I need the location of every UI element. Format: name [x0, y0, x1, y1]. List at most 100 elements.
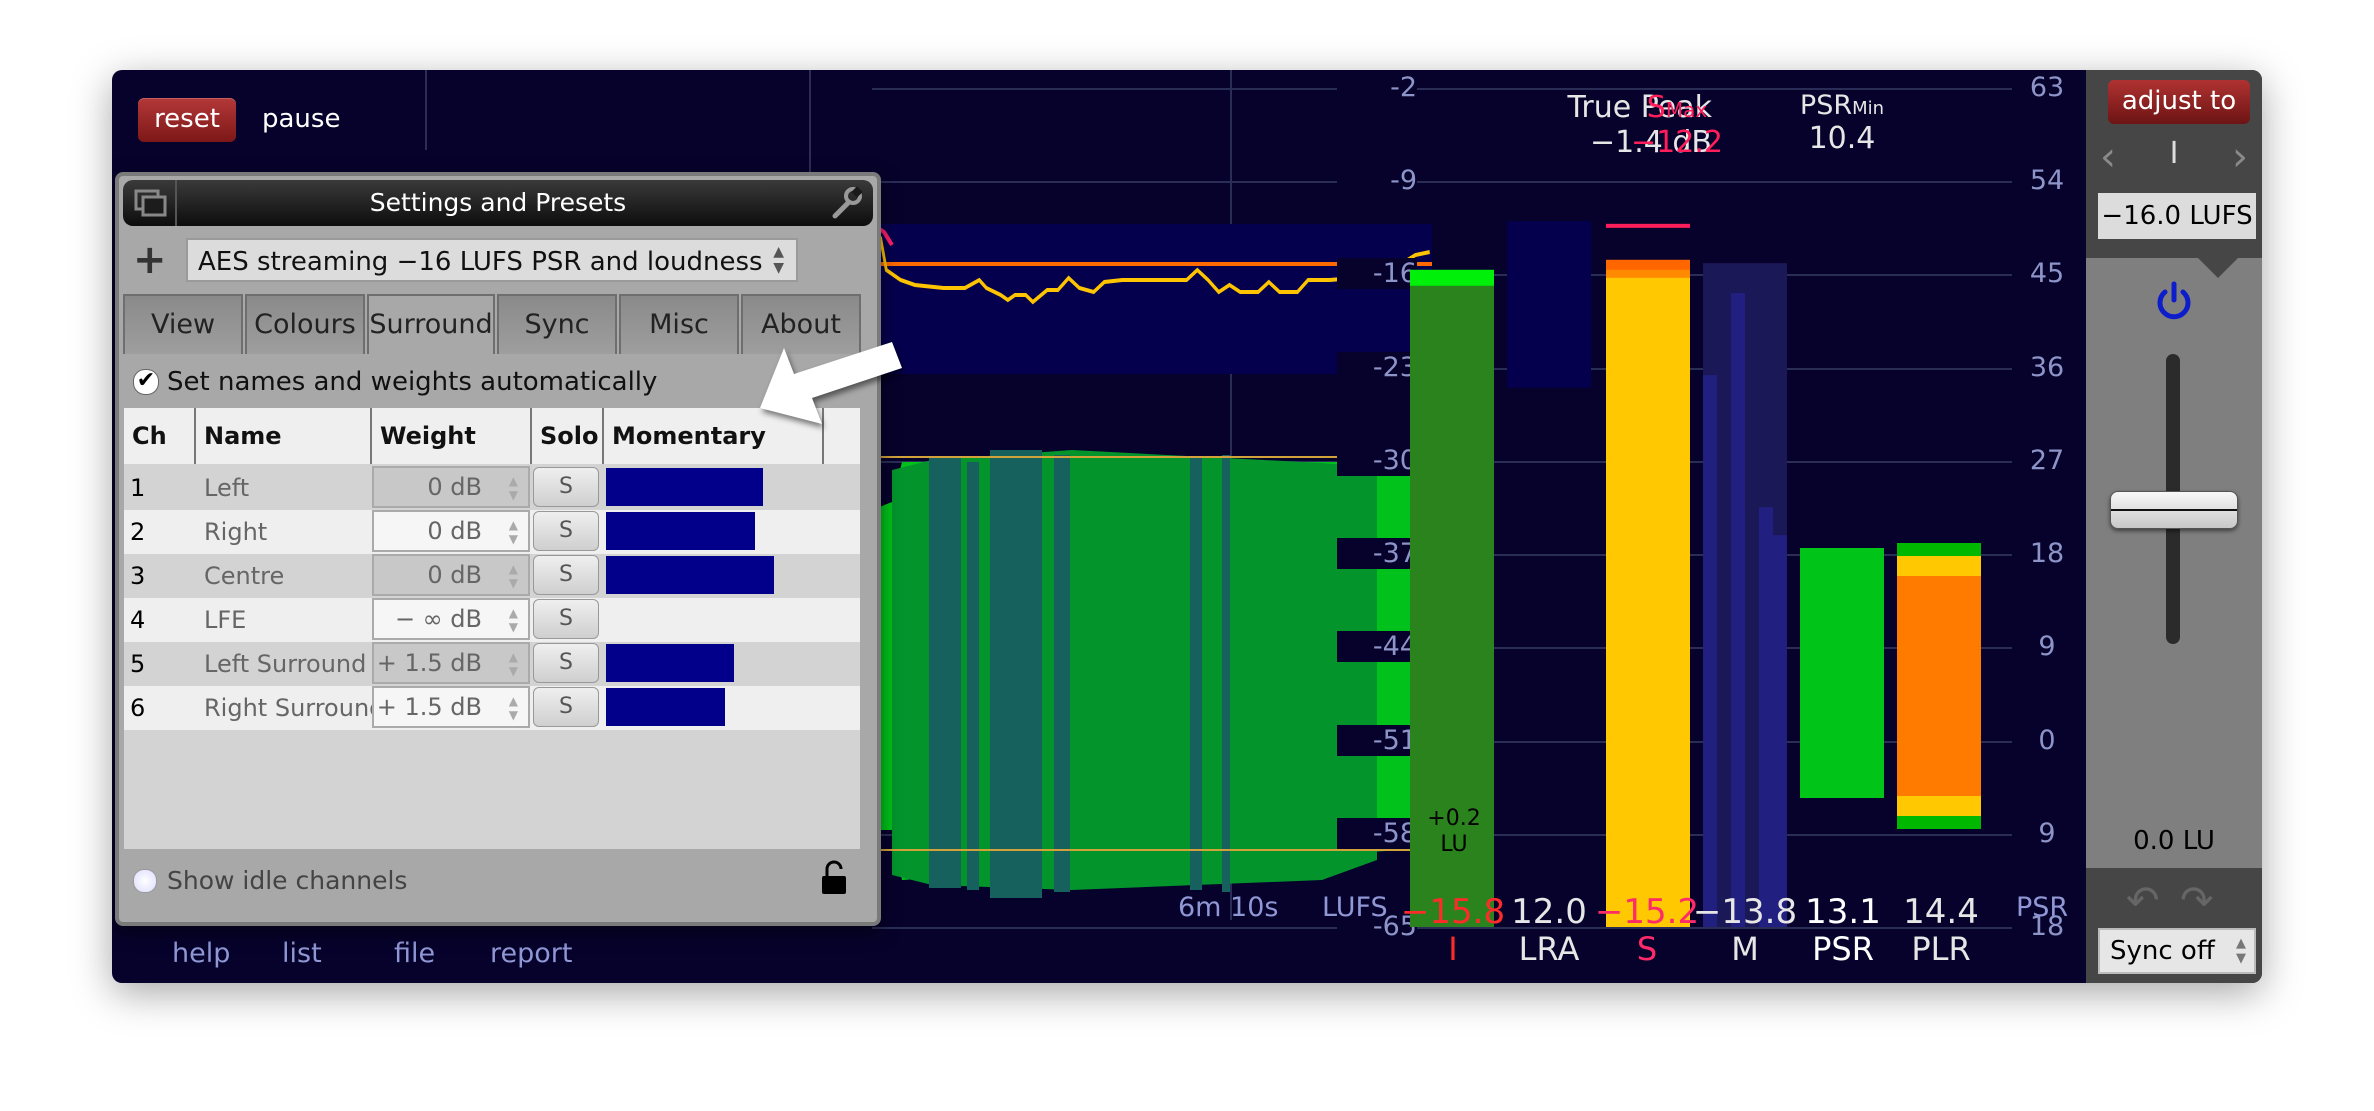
deviation-value: +0.2	[1427, 806, 1481, 831]
sync-select[interactable]: Sync off ▲ ▼	[2098, 928, 2256, 974]
lra-range-bar	[1507, 221, 1591, 388]
preset-value: AES streaming −16 LUFS PSR and loudness	[198, 247, 763, 277]
s-max-sublabel: Max	[1665, 98, 1708, 122]
solo-button[interactable]: S	[533, 687, 599, 727]
plr-bar-yellow-bottom	[1897, 796, 1981, 816]
adjust-panel: adjust to ‹ I › −16.0 LUFS 0.0 LU ↶ ↷ Sy…	[2086, 70, 2262, 983]
weight-stepper[interactable]: + 1.5 dB ▲ ▼	[372, 686, 530, 728]
weight-stepper[interactable]: 0 dB ▲ ▼	[372, 510, 530, 552]
psr-tick-label: 54	[2012, 165, 2082, 197]
stepper-arrows-icon[interactable]: ▲ ▼	[509, 562, 518, 590]
table-row: 4 LFE − ∞ dB ▲ ▼ S	[124, 598, 860, 642]
show-idle-radio[interactable]: Show idle channels	[133, 866, 407, 895]
col-header-name: Name	[196, 408, 372, 464]
annotation-arrow-icon	[760, 342, 902, 424]
file-link[interactable]: file	[394, 938, 435, 969]
reading-label-lra: LRA	[1518, 930, 1580, 968]
psr-tick-label: 9	[2012, 631, 2082, 663]
power-icon[interactable]	[2154, 280, 2194, 326]
psr-min-value: 10.4	[1808, 121, 1876, 156]
reset-button[interactable]: reset	[138, 98, 236, 142]
weight-value: 0 dB	[427, 517, 482, 545]
psr-min-label: PSR	[1799, 90, 1853, 121]
reading-value-lra: 12.0	[1511, 892, 1587, 932]
history-band	[1054, 455, 1070, 892]
unlock-icon[interactable]	[819, 860, 849, 900]
psr-tick-label: 36	[2012, 351, 2082, 383]
channel-number: 3	[130, 562, 146, 590]
psr-min-sublabel: Min	[1852, 98, 1885, 119]
weight-value: 0 dB	[427, 561, 482, 589]
s-max-readout: SMax −12.2	[1602, 90, 1752, 160]
solo-button[interactable]: S	[533, 599, 599, 639]
solo-button[interactable]: S	[533, 511, 599, 551]
tab-view[interactable]: View	[123, 294, 243, 354]
channel-number: 1	[130, 474, 146, 502]
fader-handle[interactable]	[2110, 491, 2238, 529]
momentary-bar	[1703, 375, 1717, 928]
detach-window-icon[interactable]	[133, 188, 169, 218]
tab-colours[interactable]: Colours	[245, 294, 365, 354]
weight-stepper[interactable]: − ∞ dB ▲ ▼	[372, 598, 530, 640]
add-preset-icon[interactable]: +	[133, 240, 167, 280]
list-link[interactable]: list	[282, 938, 322, 969]
channel-number: 2	[130, 518, 146, 546]
adjust-to-button[interactable]: adjust to	[2108, 80, 2250, 124]
weight-value: + 1.5 dB	[376, 649, 482, 677]
momentary-bar	[1773, 535, 1787, 927]
sync-select-value: Sync off	[2110, 936, 2215, 966]
momentary-loudness-bar	[606, 468, 764, 506]
undo-icon[interactable]: ↶	[2126, 878, 2160, 924]
reading-label-s: S	[1636, 930, 1658, 968]
solo-button[interactable]: S	[533, 555, 599, 595]
prev-mode-icon[interactable]: ‹	[2100, 134, 2116, 180]
integrated-deviation-badge: +0.2 LU	[1412, 806, 1496, 858]
stepper-arrows-icon[interactable]: ▲ ▼	[509, 474, 518, 502]
col-header-ch: Ch	[124, 408, 196, 464]
channel-number: 5	[130, 650, 146, 678]
short-term-max-marker	[1606, 223, 1690, 228]
wrench-icon[interactable]	[829, 186, 863, 220]
channel-name: LFE	[204, 606, 247, 634]
reading-value-s: −15.2	[1594, 892, 1700, 932]
reading-value-plr: 14.4	[1903, 892, 1979, 932]
preset-select[interactable]: AES streaming −16 LUFS PSR and loudness …	[186, 238, 798, 282]
short-term-bar-top	[1606, 259, 1690, 270]
panel-notch	[2198, 258, 2238, 278]
deviation-unit: LU	[1440, 832, 1468, 857]
s-max-label: S	[1646, 90, 1666, 125]
redo-icon[interactable]: ↷	[2180, 878, 2214, 924]
pause-button[interactable]: pause	[262, 98, 340, 140]
psr-bar	[1800, 548, 1884, 798]
reading-value-i: −15.8	[1400, 892, 1506, 932]
next-mode-icon[interactable]: ›	[2232, 134, 2248, 180]
weight-stepper[interactable]: 0 dB ▲ ▼	[372, 554, 530, 596]
stepper-arrows-icon[interactable]: ▲ ▼	[509, 606, 518, 634]
auto-names-label: Set names and weights automatically	[167, 367, 658, 397]
weight-stepper[interactable]: + 1.5 dB ▲ ▼	[372, 642, 530, 684]
weight-value: + 1.5 dB	[376, 693, 482, 721]
channel-name: Left Surround	[204, 650, 367, 678]
tab-misc[interactable]: Misc	[619, 294, 739, 354]
help-link[interactable]: help	[172, 938, 230, 969]
adjust-mode: I	[2169, 136, 2179, 171]
momentary-loudness-bar	[606, 556, 774, 594]
psr-tick-label: 63	[2012, 72, 2082, 103]
channel-table: Ch Name Weight Solo Momentary loud. 1Lef…	[124, 408, 860, 849]
target-loudness-field[interactable]: −16.0 LUFS	[2098, 193, 2256, 239]
tab-sync[interactable]: Sync	[497, 294, 617, 354]
table-row: 6 Right Surround + 1.5 dB ▲ ▼ S	[124, 686, 860, 730]
report-link[interactable]: report	[490, 938, 572, 969]
solo-button[interactable]: S	[533, 643, 599, 683]
lufs-unit-label: LUFS	[1322, 892, 1388, 923]
solo-button[interactable]: S	[533, 467, 599, 507]
meter-window: -2 -9 -16 -23 -30 -37 -44 -51 -58 -65 6m 10s LUFS…	[112, 70, 2262, 983]
auto-names-checkbox[interactable]: ✔ Set names and weights automatically	[133, 362, 657, 402]
select-arrows-icon: ▲ ▼	[2236, 936, 2246, 966]
stepper-arrows-icon[interactable]: ▲ ▼	[509, 694, 518, 722]
show-idle-label: Show idle channels	[167, 866, 408, 895]
tab-surround[interactable]: Surround	[367, 294, 495, 358]
stepper-arrows-icon[interactable]: ▲ ▼	[509, 650, 518, 678]
stepper-arrows-icon[interactable]: ▲ ▼	[509, 518, 518, 546]
weight-stepper[interactable]: 0 dB ▲ ▼	[372, 466, 530, 508]
